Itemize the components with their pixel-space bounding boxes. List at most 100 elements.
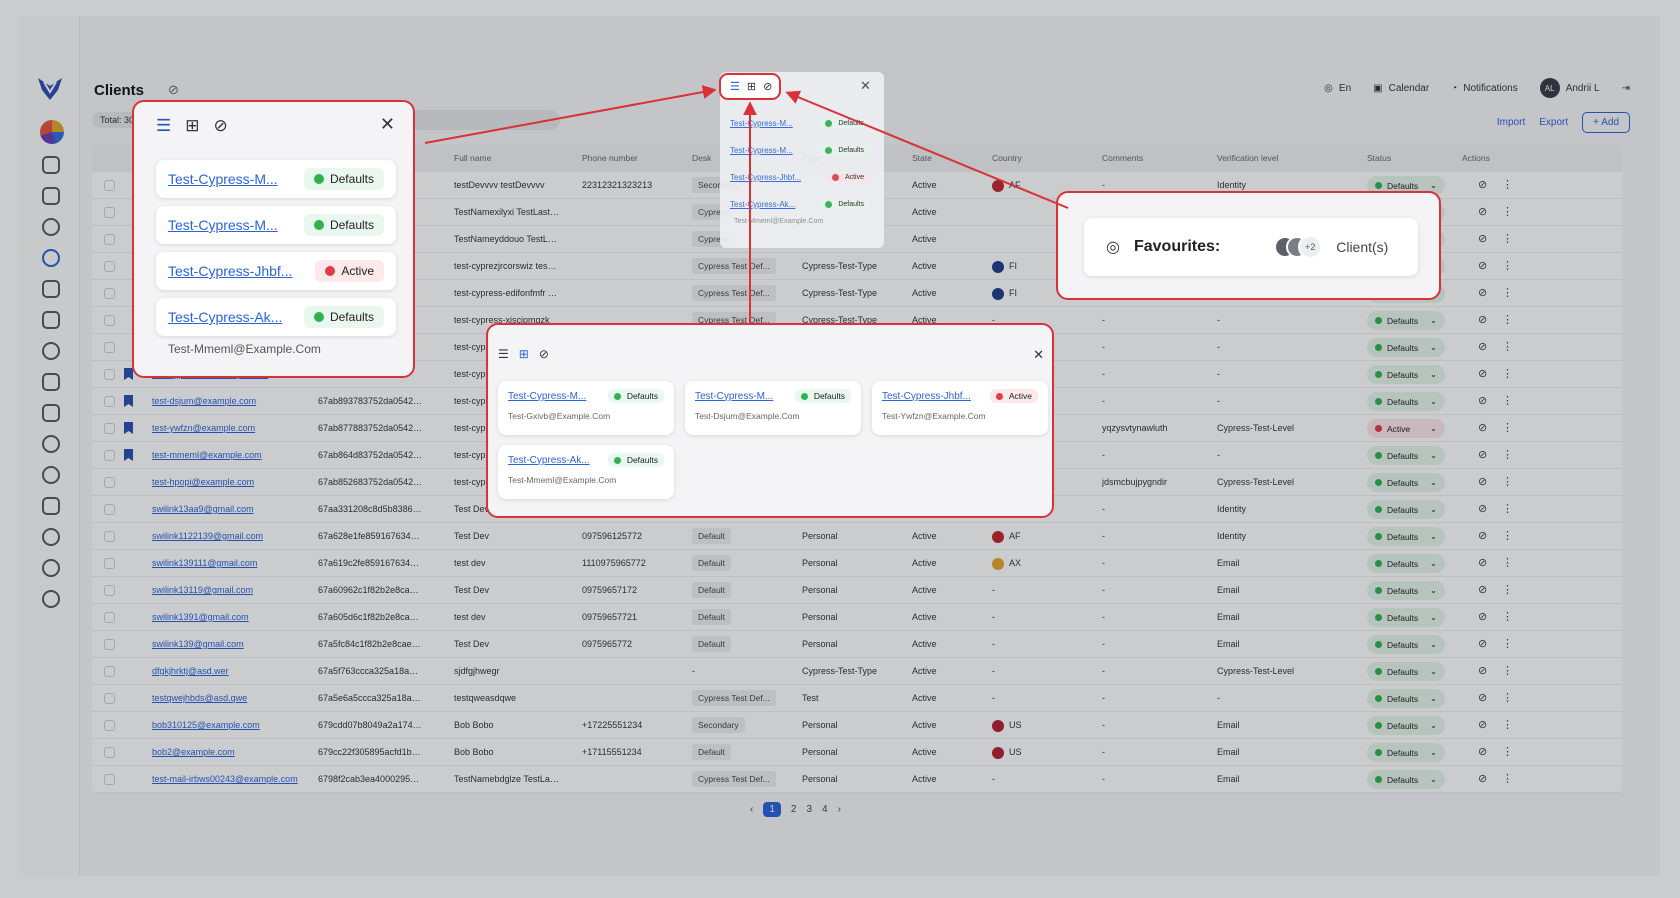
column-header[interactable]: Phone number xyxy=(582,144,638,172)
status-dropdown[interactable]: Defaults ⌄ xyxy=(1367,446,1445,465)
row-checkbox[interactable] xyxy=(104,288,115,299)
email-cell[interactable]: swilink1122139@gmail.com xyxy=(152,523,312,550)
favourite-link[interactable]: Test-Cypress-Ak... xyxy=(730,200,795,209)
users-icon[interactable] xyxy=(42,218,60,236)
status-dropdown[interactable]: Defaults ⌄ xyxy=(1367,392,1445,411)
settings-icon[interactable] xyxy=(42,559,60,577)
list-view-icon[interactable]: ☰ xyxy=(498,347,509,361)
email-cell[interactable]: swilink139@gmail.com xyxy=(152,631,312,658)
table-row[interactable]: testqwejhbds@asd.qwe 67a5e6a5ccca325a18ae… xyxy=(92,685,1622,712)
link-icon[interactable]: ⊘ xyxy=(1478,550,1487,577)
favourite-card[interactable]: Test-Cypress-Ak... Defaults Test-Mmeml@Exa… xyxy=(498,445,674,499)
favourite-item[interactable]: Test-Cypress-Jhbf... Active xyxy=(730,164,870,191)
status-dropdown[interactable]: Defaults ⌄ xyxy=(1367,365,1445,384)
table-row[interactable]: swilink1122139@gmail.com 67a628e1fe859167… xyxy=(92,523,1622,550)
favourite-item[interactable]: Test-Cypress-Jhbf... Active xyxy=(156,252,396,290)
status-dropdown[interactable]: Defaults ⌄ xyxy=(1367,500,1445,519)
email-cell[interactable]: test-dsjum@example.com xyxy=(152,388,312,415)
favourite-link[interactable]: Test-Cypress-M... xyxy=(730,146,793,155)
bookmark-icon[interactable] xyxy=(124,395,133,407)
status-dropdown[interactable]: Defaults ⌄ xyxy=(1367,689,1445,708)
favourite-item[interactable]: Test-Cypress-M... Defaults xyxy=(156,206,396,244)
grid-view-icon[interactable]: ⊞ xyxy=(747,80,756,93)
row-checkbox[interactable] xyxy=(104,558,115,569)
close-icon[interactable]: ✕ xyxy=(1033,347,1044,363)
row-checkbox[interactable] xyxy=(104,612,115,623)
favourite-item[interactable]: Test-Cypress-Ak... Defaults xyxy=(156,298,396,336)
grid-view-icon[interactable]: ⊞ xyxy=(519,347,529,361)
email-cell[interactable]: swilink1391@gmail.com xyxy=(152,604,312,631)
more-actions-icon[interactable]: ⋮ xyxy=(1502,550,1513,577)
favourite-card[interactable]: Test-Cypress-Jhbf... Active Test-Ywfzn@Exa… xyxy=(872,381,1048,435)
status-dropdown[interactable]: Defaults ⌄ xyxy=(1367,527,1445,546)
status-dropdown[interactable]: Defaults ⌄ xyxy=(1367,635,1445,654)
column-header[interactable]: Status xyxy=(1367,144,1391,172)
link-icon[interactable]: ⊘ xyxy=(1478,604,1487,631)
favourite-link[interactable]: Test-Cypress-M... xyxy=(508,391,586,402)
calendar-button[interactable]: ▣ Calendar xyxy=(1373,83,1429,94)
notifications-button[interactable]: ◔ Notifications xyxy=(1451,83,1518,94)
more-actions-icon[interactable]: ⋮ xyxy=(1502,415,1513,442)
row-checkbox[interactable] xyxy=(104,693,115,704)
link-icon[interactable]: ⊘ xyxy=(1478,496,1487,523)
more-actions-icon[interactable]: ⋮ xyxy=(1502,442,1513,469)
link-icon[interactable]: ⊘ xyxy=(1478,658,1487,685)
status-dropdown[interactable]: Defaults ⌄ xyxy=(1367,608,1445,627)
status-dropdown[interactable]: Defaults ⌄ xyxy=(1367,338,1445,357)
column-header[interactable]: Full name xyxy=(454,144,491,172)
user-menu[interactable]: AL Andrii L xyxy=(1539,78,1600,98)
row-checkbox[interactable] xyxy=(104,720,115,731)
status-dropdown[interactable]: Defaults ⌄ xyxy=(1367,770,1445,789)
list-view-icon[interactable]: ☰ xyxy=(730,80,740,93)
row-checkbox[interactable] xyxy=(104,504,115,515)
shield-icon[interactable] xyxy=(42,590,60,608)
row-checkbox[interactable] xyxy=(104,180,115,191)
email-cell[interactable]: test-hpopi@example.com xyxy=(152,469,312,496)
link-icon[interactable]: ⊘ xyxy=(1478,577,1487,604)
folder-icon[interactable] xyxy=(42,373,60,391)
link-icon[interactable]: ⊘ xyxy=(1478,226,1487,253)
page-3[interactable]: 3 xyxy=(806,804,812,815)
link-icon[interactable]: ⊘ xyxy=(1478,739,1487,766)
table-row[interactable]: swilink1391@gmail.com 67a605d6c1f82b2e8ca… xyxy=(92,604,1622,631)
favourite-link[interactable]: Test-Cypress-M... xyxy=(695,391,773,402)
link-icon[interactable]: ⊘ xyxy=(1478,307,1487,334)
documents-icon[interactable] xyxy=(42,280,60,298)
analytics-icon[interactable] xyxy=(40,120,64,144)
row-checkbox[interactable] xyxy=(104,234,115,245)
favourite-item[interactable]: Test-Cypress-Ak... Defaults xyxy=(730,191,870,218)
import-button[interactable]: Import xyxy=(1497,117,1525,128)
favourites-bar[interactable]: ◎ Favourites: +2 Client(s) xyxy=(1084,218,1418,276)
row-checkbox[interactable] xyxy=(104,477,115,488)
row-checkbox[interactable] xyxy=(104,369,115,380)
table-row[interactable]: swilink13119@gmail.com 67a60962c1f82b2e8c… xyxy=(92,577,1622,604)
more-actions-icon[interactable]: ⋮ xyxy=(1502,199,1513,226)
more-actions-icon[interactable]: ⋮ xyxy=(1502,361,1513,388)
export-button[interactable]: Export xyxy=(1539,117,1568,128)
row-checkbox[interactable] xyxy=(104,261,115,272)
more-actions-icon[interactable]: ⋮ xyxy=(1502,253,1513,280)
search-icon[interactable] xyxy=(42,342,60,360)
link-icon[interactable]: ⊘ xyxy=(1478,280,1487,307)
status-dropdown[interactable]: Defaults ⌄ xyxy=(1367,311,1445,330)
row-checkbox[interactable] xyxy=(104,207,115,218)
email-cell[interactable]: dfgkjhrktj@asd.wer xyxy=(152,658,312,685)
link-icon[interactable]: ⊘ xyxy=(1478,199,1487,226)
link-icon[interactable]: ⊘ xyxy=(1478,442,1487,469)
more-actions-icon[interactable]: ⋮ xyxy=(1502,523,1513,550)
row-checkbox[interactable] xyxy=(104,774,115,785)
column-header[interactable]: State xyxy=(912,144,932,172)
close-icon[interactable]: ✕ xyxy=(860,78,871,94)
page-2[interactable]: 2 xyxy=(791,804,797,815)
link-icon[interactable]: ⊘ xyxy=(1478,523,1487,550)
table-row[interactable]: dfgkjhrktj@asd.wer 67a5f763ccca325a18aee9… xyxy=(92,658,1622,685)
email-cell[interactable]: swilink13119@gmail.com xyxy=(152,577,312,604)
favourite-link[interactable]: Test-Cypress-Jhbf... xyxy=(168,263,292,279)
email-cell[interactable]: bob310125@example.com xyxy=(152,712,312,739)
favourite-link[interactable]: Test-Cypress-M... xyxy=(730,119,793,128)
bookmark-icon[interactable] xyxy=(124,449,133,461)
close-icon[interactable]: ✕ xyxy=(380,114,395,135)
link-icon[interactable]: ⊘ xyxy=(763,80,772,93)
favourite-link[interactable]: Test-Cypress-M... xyxy=(168,171,278,187)
link-icon[interactable]: ⊘ xyxy=(1478,415,1487,442)
